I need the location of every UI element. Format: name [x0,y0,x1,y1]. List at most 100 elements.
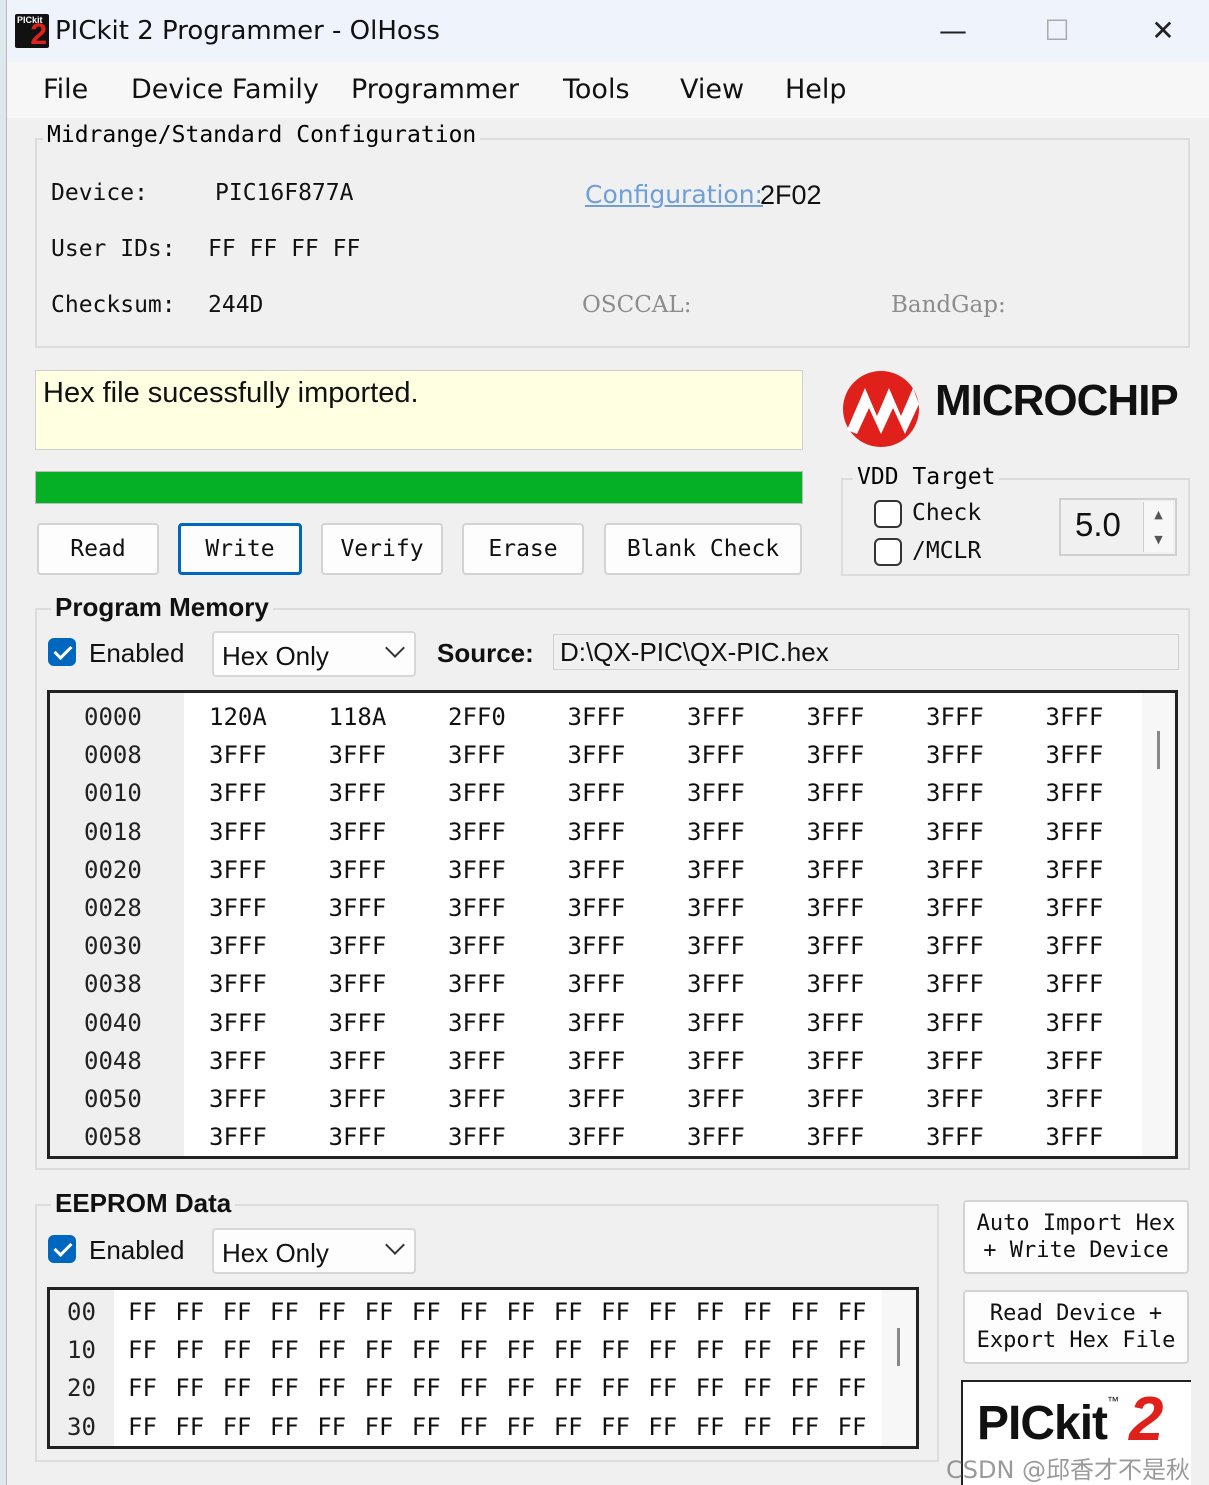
program-memory-cell[interactable]: 3FFF [687,894,745,922]
eeprom-cell[interactable]: FF [459,1336,488,1364]
program-memory-cell[interactable]: 3FFF [1046,1085,1104,1113]
program-memory-cell[interactable]: 3FFF [568,1047,626,1075]
program-memory-cell[interactable]: 3FFF [926,741,984,769]
eeprom-cell[interactable]: FF [175,1298,204,1326]
eeprom-cell[interactable]: FF [601,1298,630,1326]
eeprom-cell[interactable]: FF [412,1374,441,1402]
program-memory-cell[interactable]: 3FFF [807,779,865,807]
program-memory-cell[interactable]: 3FFF [329,779,387,807]
eeprom-cell[interactable]: FF [790,1298,819,1326]
program-memory-cell[interactable]: 3FFF [448,741,506,769]
program-memory-cell[interactable]: 3FFF [209,894,267,922]
program-memory-cell[interactable]: 3FFF [926,932,984,960]
program-memory-cell[interactable]: 3FFF [568,894,626,922]
eeprom-cell[interactable]: FF [790,1336,819,1364]
eeprom-cell[interactable]: FF [270,1298,299,1326]
program-memory-cell[interactable]: 3FFF [329,1047,387,1075]
program-memory-cell[interactable]: 3FFF [329,856,387,884]
program-memory-cell[interactable]: 3FFF [329,970,387,998]
program-memory-cell[interactable]: 3FFF [448,856,506,884]
eeprom-cell[interactable]: FF [223,1298,252,1326]
program-memory-cell[interactable]: 3FFF [1046,856,1104,884]
eeprom-cell[interactable]: FF [506,1413,535,1441]
program-memory-cell[interactable]: 3FFF [209,741,267,769]
program-memory-cell[interactable]: 3FFF [448,1123,506,1151]
menu-view[interactable]: View [680,74,744,105]
program-memory-cell[interactable]: 3FFF [209,856,267,884]
menu-file[interactable]: File [43,74,88,105]
eeprom-cell[interactable]: FF [317,1413,346,1441]
program-memory-cell[interactable]: 3FFF [209,1009,267,1037]
program-memory-cell[interactable]: 3FFF [448,932,506,960]
program-memory-cell[interactable]: 3FFF [1046,818,1104,846]
mclr-checkbox[interactable] [874,538,902,566]
eeprom-cell[interactable]: FF [270,1336,299,1364]
eeprom-cell[interactable]: FF [696,1336,725,1364]
eeprom-cell[interactable]: FF [601,1413,630,1441]
read-export-hex-button[interactable]: Read Device + Export Hex File [963,1290,1189,1364]
program-memory-cell[interactable]: 3FFF [568,856,626,884]
eeprom-cell[interactable]: FF [365,1298,394,1326]
eeprom-cell[interactable]: FF [554,1413,583,1441]
program-memory-cell[interactable]: 3FFF [209,779,267,807]
vdd-check-checkbox[interactable] [874,500,902,528]
program-memory-enabled-checkbox[interactable] [48,638,76,666]
eeprom-cell[interactable]: FF [270,1413,299,1441]
auto-import-write-button[interactable]: Auto Import Hex + Write Device [963,1200,1189,1274]
program-memory-grid[interactable]: 0000 120A 118A 2FF0 3FFF 3FFF 3FFF 3FFF 3FFF 0008… [47,690,1178,1159]
program-memory-cell[interactable]: 118A [329,703,387,731]
program-memory-cell[interactable]: 3FFF [926,779,984,807]
program-memory-cell[interactable]: 3FFF [568,970,626,998]
program-memory-cell[interactable]: 3FFF [687,779,745,807]
program-memory-cell[interactable]: 3FFF [568,1085,626,1113]
program-memory-cell[interactable]: 3FFF [687,818,745,846]
program-memory-cell[interactable]: 3FFF [807,894,865,922]
eeprom-cell[interactable]: FF [838,1413,867,1441]
program-memory-cell[interactable]: 3FFF [807,1085,865,1113]
configuration-link[interactable]: Configuration: [585,180,763,209]
program-memory-cell[interactable]: 3FFF [687,741,745,769]
erase-button[interactable]: Erase [462,523,584,575]
maximize-button[interactable]: ☐ [1027,6,1087,56]
eeprom-cell[interactable]: FF [223,1336,252,1364]
program-memory-mode-select[interactable]: Hex Only [212,631,416,677]
program-memory-cell[interactable]: 3FFF [807,741,865,769]
program-memory-cell[interactable]: 3FFF [1046,932,1104,960]
eeprom-cell[interactable]: FF [128,1413,157,1441]
program-memory-cell[interactable]: 3FFF [568,1009,626,1037]
program-memory-cell[interactable]: 3FFF [926,1123,984,1151]
program-memory-cell[interactable]: 3FFF [329,818,387,846]
eeprom-cell[interactable]: FF [128,1336,157,1364]
program-memory-cell[interactable]: 3FFF [568,703,626,731]
eeprom-cell[interactable]: FF [601,1336,630,1364]
program-memory-cell[interactable]: 3FFF [329,894,387,922]
eeprom-cell[interactable]: FF [648,1413,677,1441]
eeprom-cell[interactable]: FF [317,1374,346,1402]
program-memory-cell[interactable]: 3FFF [807,1123,865,1151]
program-memory-cell[interactable]: 3FFF [568,932,626,960]
program-memory-cell[interactable]: 3FFF [926,1085,984,1113]
program-memory-cell[interactable]: 2FF0 [448,703,506,731]
program-memory-cell[interactable]: 3FFF [687,856,745,884]
eeprom-cell[interactable]: FF [554,1374,583,1402]
spinner-up-icon[interactable]: ▲ [1143,502,1173,527]
program-memory-cell[interactable]: 3FFF [329,932,387,960]
eeprom-cell[interactable]: FF [601,1374,630,1402]
program-memory-cell[interactable]: 3FFF [687,1047,745,1075]
program-memory-cell[interactable]: 3FFF [807,932,865,960]
eeprom-cell[interactable]: FF [317,1298,346,1326]
close-button[interactable]: ✕ [1133,6,1193,56]
program-memory-cell[interactable]: 3FFF [568,779,626,807]
eeprom-grid[interactable]: 00 FF FF FF FF FF FF FF FF FF FF FF FF FF FF FF FF 10 FF FF… [47,1287,919,1449]
program-memory-cell[interactable]: 3FFF [807,703,865,731]
menu-help[interactable]: Help [785,74,847,105]
program-memory-cell[interactable]: 3FFF [926,970,984,998]
eeprom-cell[interactable]: FF [223,1413,252,1441]
eeprom-cell[interactable]: FF [412,1298,441,1326]
eeprom-cell[interactable]: FF [175,1336,204,1364]
eeprom-cell[interactable]: FF [838,1298,867,1326]
eeprom-cell[interactable]: FF [743,1413,772,1441]
eeprom-cell[interactable]: FF [365,1336,394,1364]
eeprom-cell[interactable]: FF [554,1298,583,1326]
menu-device-family[interactable]: Device Family [131,74,319,105]
